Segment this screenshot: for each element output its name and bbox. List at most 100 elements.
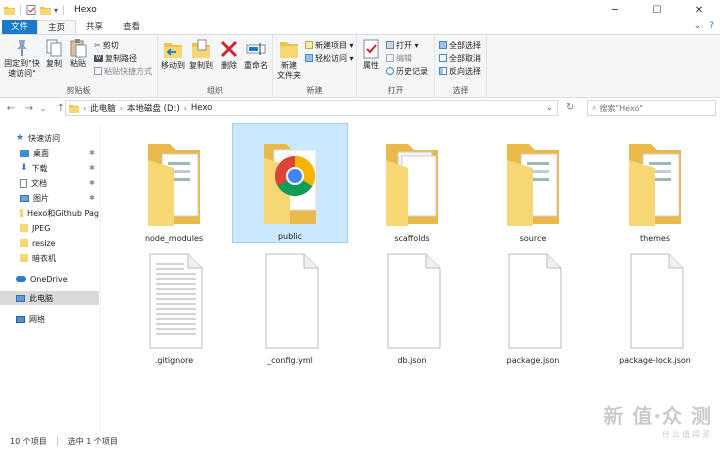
copy-button[interactable]: 复制 (43, 38, 65, 69)
file-name: public (277, 232, 303, 241)
nav-item-pictures[interactable]: 图片 ✱ (0, 191, 99, 205)
pin-icon: ✱ (89, 149, 95, 157)
search-box[interactable]: ⌕ (587, 100, 716, 116)
copy-to-icon (192, 39, 210, 58)
file-item-scaffolds[interactable]: scaffolds (354, 124, 470, 244)
nav-label: 网络 (29, 314, 45, 324)
new-folder-icon[interactable] (40, 5, 51, 15)
tab-file[interactable]: 文件 (2, 20, 38, 34)
tab-share[interactable]: 共享 (76, 20, 113, 34)
file-item-public[interactable]: public (232, 123, 348, 243)
watermark: 新 值·众 测 什么值得买 (603, 400, 712, 440)
invert-selection-button[interactable]: 反向选择 (439, 65, 481, 77)
back-button[interactable]: ← (4, 103, 18, 114)
selected-count: 选中 1 个项目 (67, 436, 118, 446)
new-item-button[interactable]: 新建项目 ▾ (305, 39, 354, 51)
pin-quick-access-button[interactable]: 固定到"快 速访问" (2, 38, 42, 79)
copy-path-button[interactable]: W 复制路径 (94, 52, 137, 64)
search-input[interactable] (599, 103, 715, 113)
easy-access-label: 轻松访问 ▾ (315, 53, 354, 63)
open-group-label: 打开 (387, 86, 404, 95)
new-group: 新建 文件夹 新建项目 ▾ 轻松访问 ▾ 新建 (273, 35, 357, 98)
select-none-button[interactable]: 全部取消 (439, 52, 481, 64)
nav-item-folder[interactable]: 暗衣机 (0, 251, 99, 265)
divider (63, 5, 65, 15)
search-icon: ⌕ (592, 103, 597, 112)
breadcrumb-local-disk[interactable]: 本地磁盘 (D:) (127, 102, 180, 114)
folder-icon (20, 209, 24, 217)
rename-button[interactable]: 重命名 (242, 38, 270, 71)
expand-ribbon-button[interactable]: ⌄ (694, 21, 702, 31)
nav-quick-access[interactable]: ★ 快速访问 (0, 131, 99, 145)
copy-to-button[interactable]: 复制到 (188, 38, 214, 71)
cut-label: 剪切 (102, 40, 119, 50)
file-item-gitignore[interactable]: .gitignore (116, 246, 232, 366)
nav-network[interactable]: 网络 (0, 312, 99, 326)
file-item-db-json[interactable]: db.json (354, 246, 470, 366)
nav-item-jpeg[interactable]: JPEG (0, 221, 99, 235)
help-button[interactable]: ? (709, 21, 714, 31)
address-bar[interactable]: › 此电脑 › 本地磁盘 (D:) › Hexo ⌄ (65, 100, 558, 116)
file-icon (630, 253, 684, 349)
address-dropdown-button[interactable]: ⌄ (546, 103, 553, 113)
properties-label: 属性 (363, 61, 379, 70)
properties-icon[interactable] (26, 5, 37, 15)
star-icon: ★ (16, 133, 25, 143)
nav-item-documents[interactable]: 文档 ✱ (0, 176, 99, 190)
forward-button[interactable]: → (22, 103, 36, 114)
folder-icon (4, 7, 15, 15)
nav-label: Hexo和Github Pag (27, 208, 99, 218)
breadcrumb-hexo[interactable]: Hexo (191, 103, 212, 113)
nav-item-desktop[interactable]: 桌面 ✱ (0, 146, 99, 160)
easy-access-icon (305, 54, 313, 62)
nav-onedrive[interactable]: OneDrive (0, 272, 99, 286)
easy-access-button[interactable]: 轻松访问 ▾ (305, 52, 354, 64)
tab-view[interactable]: 查看 (113, 20, 150, 34)
nav-item-resize[interactable]: resize (0, 236, 99, 250)
file-item-node-modules[interactable]: node_modules (116, 124, 232, 244)
paste-button[interactable]: 粘贴 (66, 38, 90, 69)
edit-icon (386, 54, 394, 62)
new-folder-button[interactable]: 新建 文件夹 (275, 38, 303, 81)
breadcrumb-this-pc[interactable]: 此电脑 (90, 102, 116, 114)
file-name: package.json (506, 356, 560, 365)
history-button[interactable]: 历史记录 (386, 65, 428, 77)
nav-this-pc[interactable]: 此电脑 (0, 291, 99, 305)
close-button[interactable]: ✕ (678, 0, 720, 20)
delete-button[interactable]: 删除 (218, 38, 240, 71)
file-icon (508, 253, 562, 349)
file-name: scaffolds (394, 234, 430, 243)
item-count: 10 个项目 (10, 436, 47, 446)
file-item-package-json[interactable]: package.json (475, 246, 591, 366)
properties-button[interactable]: 属性 (360, 38, 382, 71)
move-to-button[interactable]: 移动到 (160, 38, 186, 71)
folder-icon (20, 254, 28, 262)
refresh-button[interactable]: ↻ (566, 102, 580, 114)
folder-icon (20, 239, 28, 247)
scissors-icon: ✂ (94, 40, 101, 50)
chrome-folder-icon (264, 144, 317, 224)
ribbon-right-controls: ⌄ ? (694, 21, 714, 31)
divider (56, 436, 58, 446)
minimize-button[interactable]: ─ (594, 0, 636, 20)
file-item-themes[interactable]: themes (597, 124, 713, 244)
cut-button[interactable]: ✂ 剪切 (94, 39, 119, 51)
nav-item-downloads[interactable]: ⬇ 下载 ✱ (0, 161, 99, 175)
select-all-button[interactable]: 全部选择 (439, 39, 481, 51)
divider (20, 5, 21, 15)
file-name: themes (639, 234, 670, 243)
chevron-right-icon: › (183, 103, 187, 113)
open-icon (386, 41, 394, 49)
paste-shortcut-button[interactable]: 粘贴快捷方式 (94, 65, 152, 77)
open-group: 属性 打开 ▾ 编辑 历史记录 打开 (357, 35, 435, 98)
file-item-package-lock-json[interactable]: package-lock.json (597, 246, 713, 366)
recent-locations-button[interactable]: ⌄ (36, 104, 50, 113)
maximize-button[interactable]: ☐ (636, 0, 678, 20)
open-button[interactable]: 打开 ▾ (386, 39, 419, 51)
customize-dropdown-icon[interactable]: ▾ (54, 6, 58, 15)
tab-home[interactable]: 主页 (37, 20, 77, 34)
nav-item-hexo-github[interactable]: Hexo和Github Pag (0, 206, 99, 220)
file-item-config-yml[interactable]: _config.yml (232, 246, 348, 366)
file-item-source[interactable]: source (475, 124, 591, 244)
edit-button[interactable]: 编辑 (386, 52, 412, 64)
